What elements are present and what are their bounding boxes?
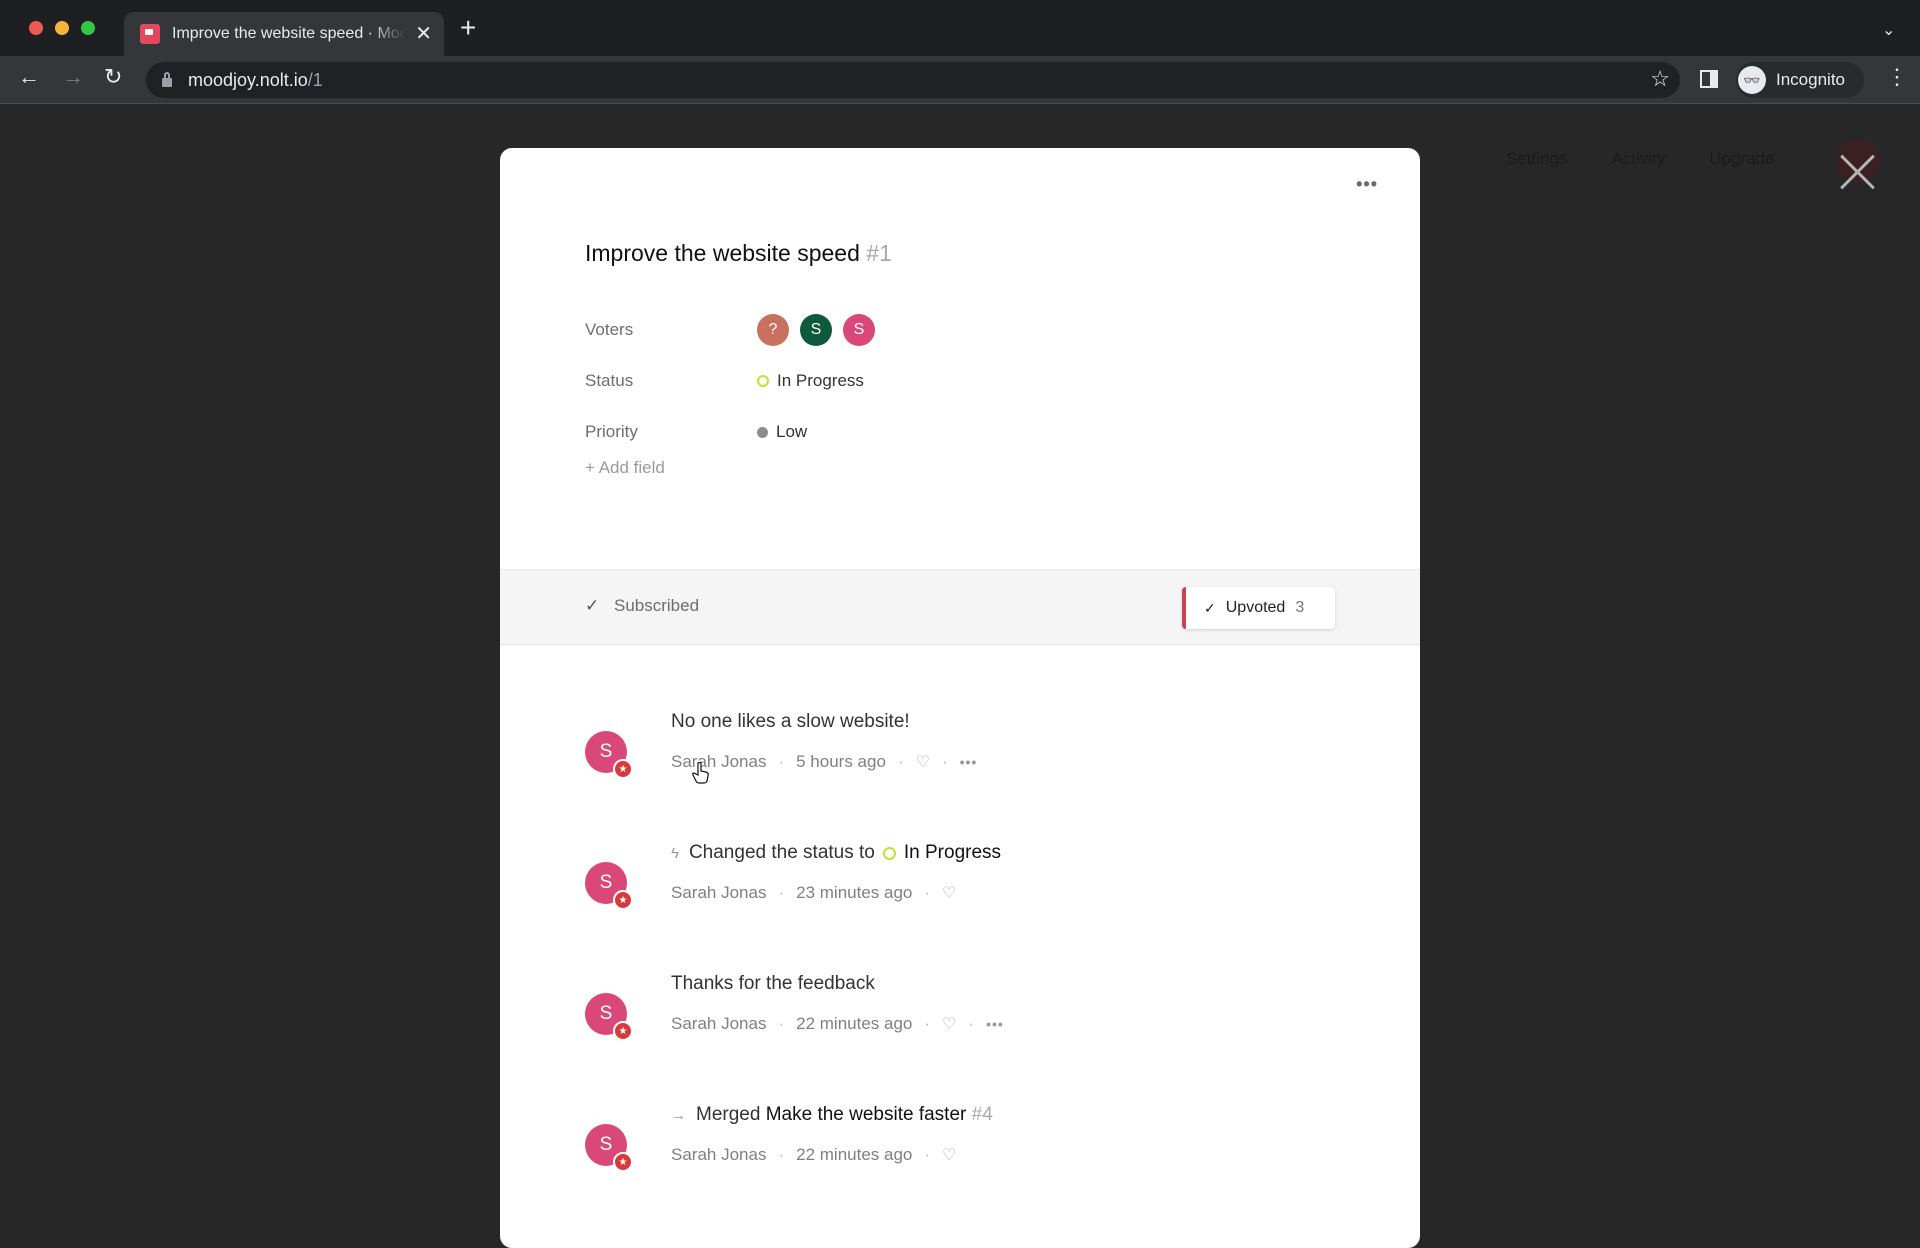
voters-list: ? S S [757,314,875,346]
priority-dot-icon [757,426,768,438]
lightning-icon: ϟ [671,844,679,862]
status-circle-icon [882,846,896,860]
author-name[interactable]: Sarah Jonas [671,1014,766,1034]
browser-toolbar: ← → ↻ moodjoy.nolt.io/1 ☆ 👓 Incognito ⋮ [0,56,1920,104]
comment-meta: Sarah Jonas · 22 minutes ago · ♡ · ••• [671,1014,1004,1034]
new-tab-button[interactable]: + [460,14,476,42]
activity-item: S ★ ϟ Changed the status to In Progress … [585,842,1345,942]
reload-icon[interactable]: ↻ [104,66,122,88]
window-minimize-button[interactable] [55,21,69,35]
check-icon: ✓ [1204,599,1216,616]
voters-label: Voters [585,320,634,339]
like-heart-icon[interactable]: ♡ [942,1014,956,1034]
status-change-prefix: Changed the status to [688,842,875,863]
merged-post-number: #4 [971,1104,993,1125]
admin-star-badge-icon: ★ [613,1021,633,1041]
comment-text: No one likes a slow website! [671,711,910,733]
comment-body: No one likes a slow website! [671,711,910,732]
like-heart-icon[interactable]: ♡ [916,752,930,772]
comment-more-icon[interactable]: ••• [986,1016,1004,1032]
priority-field: Priority Low [585,414,1285,450]
timestamp[interactable]: 22 minutes ago [796,1014,912,1034]
status-value[interactable]: In Progress [777,371,864,391]
add-field-button[interactable]: + Add field [585,458,665,478]
admin-star-badge-icon: ★ [613,1152,633,1172]
status-label: Status [585,371,634,390]
like-heart-icon[interactable]: ♡ [942,883,956,903]
url-path: /1 [307,69,323,90]
incognito-profile-button[interactable]: 👓 Incognito [1736,62,1864,98]
voter-avatar[interactable]: S [800,314,832,346]
post-more-options-icon[interactable]: ••• [1356,174,1378,195]
activity-item: S ★ No one likes a slow website! Sarah J… [585,711,1345,811]
post-actions-bar: ✓ Subscribed ✓ Upvoted 3 [500,569,1420,645]
browser-menu-icon[interactable]: ⋮ [1886,66,1908,88]
nav-activity: Activity [1611,149,1666,168]
subscribed-toggle[interactable]: ✓ Subscribed [585,596,699,616]
voters-field: Voters ? S S [585,312,1285,348]
voter-avatar[interactable]: S [843,314,875,346]
browser-tab-bar: Improve the website speed · Moodjoy ✕ + … [0,0,1920,56]
status-change-text: ϟ Changed the status to In Progress [671,842,1001,864]
post-modal: ••• Improve the website speed #1 Voters … [500,148,1420,1248]
window-close-button[interactable] [29,21,43,35]
comment-meta: Sarah Jonas · 22 minutes ago · ♡ [671,1145,957,1165]
activity-item: S ★ Thanks for the feedback Sarah Jonas … [585,973,1345,1073]
subscribed-label: Subscribed [613,596,700,615]
url-host: moodjoy.nolt.io [188,69,308,90]
incognito-label: Incognito [1776,70,1845,89]
comment-meta: Sarah Jonas · 5 hours ago · ♡ · ••• [671,752,978,772]
comment-body: Thanks for the feedback [671,973,875,994]
post-title: Improve the website speed #1 [585,240,892,267]
check-icon: ✓ [585,596,600,615]
status-circle-icon [757,375,769,387]
priority-label: Priority [585,422,638,441]
nav-settings: Settings [1506,149,1568,168]
nav-upgrade: Upgrade [1709,149,1775,168]
side-panel-icon[interactable] [1700,70,1718,88]
comment-more-icon[interactable]: ••• [960,754,978,770]
tab-search-chevron-icon[interactable]: ⌄ [1882,20,1895,40]
priority-value[interactable]: Low [776,422,807,442]
timestamp[interactable]: 23 minutes ago [796,883,912,903]
comment-meta: Sarah Jonas · 23 minutes ago · ♡ [671,883,957,903]
admin-star-badge-icon: ★ [613,890,633,910]
arrow-right-icon: → [671,1106,686,1124]
like-heart-icon[interactable]: ♡ [942,1145,956,1165]
author-name[interactable]: Sarah Jonas [671,1145,766,1165]
bookmark-star-icon[interactable]: ☆ [1650,66,1670,92]
window-zoom-button[interactable] [81,21,95,35]
author-name[interactable]: Sarah Jonas [671,883,766,903]
merge-prefix: Merged [696,1104,761,1125]
post-number: #1 [866,240,892,266]
browser-tab[interactable]: Improve the website speed · Moodjoy ✕ [124,12,444,56]
status-change-value: In Progress [903,842,1002,863]
comment-text: Thanks for the feedback [671,973,875,995]
tab-title: Improve the website speed · Moodjoy [172,25,406,42]
post-title-text: Improve the website speed [585,240,860,266]
status-field: Status In Progress [585,363,1285,399]
address-bar[interactable]: moodjoy.nolt.io/1 ☆ [146,62,1680,98]
tab-close-icon[interactable]: ✕ [415,24,432,44]
merged-post-link[interactable]: Make the website faster [766,1104,967,1126]
activity-item: S ★ → Merged Make the website faster #4 … [585,1104,1345,1204]
modal-close-icon[interactable] [1836,151,1878,193]
upvote-button[interactable]: ✓ Upvoted 3 [1182,587,1335,629]
timestamp[interactable]: 5 hours ago [796,752,886,772]
merge-text: → Merged Make the website faster #4 [671,1104,993,1126]
upvote-label: Upvoted [1225,599,1286,616]
timestamp[interactable]: 22 minutes ago [796,1145,912,1165]
nolt-favicon-icon [140,24,160,44]
author-name[interactable]: Sarah Jonas [671,752,766,772]
incognito-icon: 👓 [1738,66,1766,94]
hand-pointer-cursor-icon [692,762,709,784]
back-arrow-icon[interactable]: ← [18,66,40,88]
upvote-count: 3 [1295,599,1305,616]
admin-star-badge-icon: ★ [613,759,633,779]
lock-icon[interactable] [162,72,172,87]
voter-avatar[interactable]: ? [757,314,789,346]
background-nav: Settings Activity Upgrade [1506,149,1775,169]
forward-arrow-icon[interactable]: → [62,66,84,88]
